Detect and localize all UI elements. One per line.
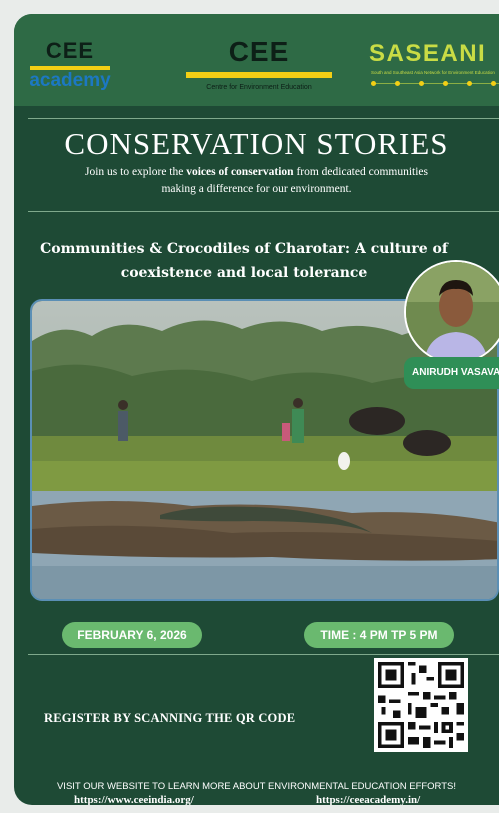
cee-logo-subtitle: Centre for Environment Education <box>206 84 312 91</box>
saseane-logo-text: SASEANI <box>369 40 487 67</box>
talk-title: Communities & Crocodiles of Charotar: A … <box>40 241 448 281</box>
academy-logo-top: CEE <box>45 38 95 63</box>
speaker-name: ANIRUDH VASAVA <box>404 357 499 389</box>
ceeacademy-link[interactable]: https://ceeacademy.in/ <box>316 794 420 805</box>
event-poster: CEE academy CEE Centre for Environment E… <box>14 14 499 805</box>
intro-bold: voices of conservation <box>186 166 294 178</box>
date-badge: FEBRUARY 6, 2026 <box>62 622 202 648</box>
divider-mid <box>28 211 499 212</box>
intro-text: Join us to explore the voices of conserv… <box>74 164 439 198</box>
qr-code[interactable] <box>374 658 468 752</box>
intro-prefix: Join us to explore the <box>84 166 187 178</box>
qr-code-icon <box>374 658 468 752</box>
cee-academy-logo: CEE academy <box>24 38 116 92</box>
logo-header: CEE academy CEE Centre for Environment E… <box>14 14 499 106</box>
saseane-logo: SASEANI South and Southeast Asia Network… <box>369 40 499 100</box>
speaker-photo <box>404 260 499 364</box>
cee-logo-text: CEE <box>228 36 290 67</box>
cee-logo-bar <box>186 72 332 78</box>
ceeindia-link[interactable]: https://www.ceeindia.org/ <box>74 794 194 805</box>
divider-top <box>28 118 499 119</box>
page-title: CONSERVATION STORIES <box>64 126 449 161</box>
cee-logo: CEE Centre for Environment Education <box>184 36 334 100</box>
saseane-logo-subtitle: South and Southeast Asia Network for Env… <box>371 70 495 75</box>
speaker-portrait <box>406 262 499 362</box>
saseane-dots <box>371 80 499 88</box>
academy-logo-bottom: academy <box>29 70 111 91</box>
time-badge: TIME : 4 PM TP 5 PM <box>304 622 454 648</box>
divider-bottom <box>28 654 499 655</box>
register-text: REGISTER BY SCANNING THE QR CODE <box>44 711 296 725</box>
footer-visit-text: VISIT OUR WEBSITE TO LEARN MORE ABOUT EN… <box>56 781 457 792</box>
